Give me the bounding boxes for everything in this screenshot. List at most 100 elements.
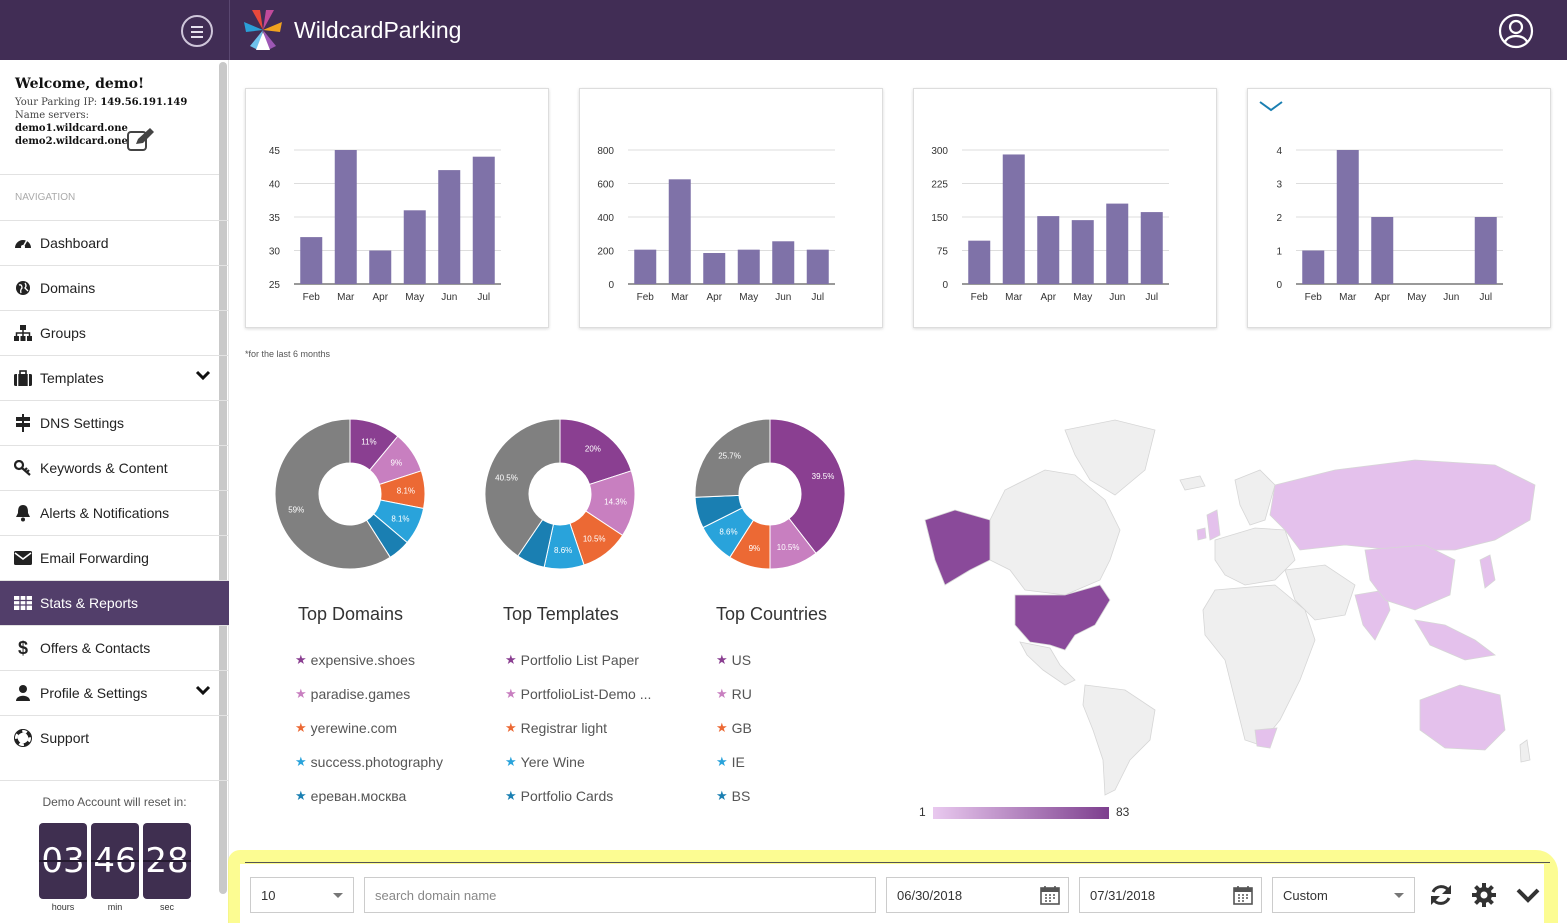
card-header: Active domains <box>246 89 548 129</box>
nav-item-offers-contacts[interactable]: $ Offers & Contacts <box>0 625 229 670</box>
legend-min: 1 <box>919 805 926 819</box>
map-region-iceland <box>1179 475 1206 491</box>
per-page-select[interactable]: 10 <box>250 877 354 913</box>
list-item[interactable]: ★ paradise.games <box>295 686 443 720</box>
list-item[interactable]: ★ Portfolio Cards <box>505 788 651 822</box>
nav-item-email-forwarding[interactable]: Email Forwarding <box>0 535 229 580</box>
x-tick-label: May <box>1073 292 1092 303</box>
bar-chart: 300 225 150 75 0 Feb Mar Apr May Jun Jul <box>931 146 1169 303</box>
list-item[interactable]: ★ IE <box>716 754 752 788</box>
list-item[interactable]: ★ Registrar light <box>505 720 651 754</box>
world-map[interactable] <box>915 410 1555 800</box>
chart-footnote: *for the last 6 months <box>245 349 331 359</box>
bar[interactable] <box>1474 217 1497 284</box>
logo-icon <box>244 10 282 50</box>
range-select[interactable]: Custom <box>1272 877 1415 913</box>
list-item[interactable]: ★ GB <box>716 720 752 754</box>
bar[interactable] <box>703 253 726 284</box>
nav-list: Dashboard Domains Groups Templates DNS S… <box>0 220 229 760</box>
bar[interactable] <box>300 237 323 284</box>
nav-item-dashboard[interactable]: Dashboard <box>0 220 229 265</box>
date-from-field[interactable]: 06/30/2018 <box>886 877 1069 913</box>
nav-item-stats-reports[interactable]: Stats & Reports <box>0 580 229 625</box>
bar[interactable] <box>968 240 991 284</box>
bar[interactable] <box>1106 203 1129 284</box>
bar[interactable] <box>1071 220 1094 284</box>
bar[interactable] <box>772 241 795 284</box>
x-tick-label: May <box>1407 292 1426 303</box>
bar[interactable] <box>737 249 760 284</box>
menu-toggle-button[interactable] <box>181 15 213 47</box>
nav-item-groups[interactable]: Groups <box>0 310 229 355</box>
map-region-south-america <box>1082 684 1156 796</box>
bar[interactable] <box>369 250 392 285</box>
list-item[interactable]: ★ US <box>716 652 752 686</box>
nav-label: Email Forwarding <box>40 550 149 566</box>
bar[interactable] <box>668 179 691 284</box>
key-icon <box>14 459 32 477</box>
slice-label: 20% <box>585 445 601 454</box>
bar[interactable] <box>1302 250 1325 285</box>
bar[interactable] <box>403 210 426 284</box>
users-icon <box>590 99 616 120</box>
nav-item-alerts-notifications[interactable]: Alerts & Notifications <box>0 490 229 535</box>
nav-item-keywords-content[interactable]: Keywords & Content <box>0 445 229 490</box>
legend-gradient <box>933 807 1109 819</box>
calendar-icon[interactable] <box>1233 885 1253 905</box>
nav-item-dns-settings[interactable]: DNS Settings <box>0 400 229 445</box>
y-tick-label: 75 <box>937 247 949 258</box>
welcome-panel: Welcome, demo! Your Parking IP: 149.56.1… <box>15 76 187 148</box>
slice-label: 10.5% <box>583 534 606 543</box>
bar[interactable] <box>634 249 657 284</box>
nav-item-templates[interactable]: Templates <box>0 355 229 400</box>
bar[interactable] <box>1336 150 1359 284</box>
chevron-down-icon[interactable] <box>1515 882 1541 908</box>
bar[interactable] <box>1140 212 1163 284</box>
map-region-canada <box>989 469 1121 596</box>
brand-name: WildcardParking <box>294 16 462 43</box>
item-label: BS <box>731 788 751 804</box>
account-icon[interactable] <box>1498 13 1534 49</box>
list-item[interactable]: ★ BS <box>716 788 752 822</box>
card-unique-visitors: Unique visitors 300 225 150 75 0 Feb Mar Apr May… <box>913 88 1217 328</box>
nav-item-profile-settings[interactable]: Profile & Settings <box>0 670 229 715</box>
refresh-icon[interactable] <box>1428 882 1454 908</box>
bar[interactable] <box>438 170 461 284</box>
user-icon <box>14 684 32 702</box>
date-to-field[interactable]: 07/31/2018 <box>1079 877 1262 913</box>
list-item[interactable]: ★ Portfolio List Paper <box>505 652 651 686</box>
ns2: demo2.wildcard.one <box>15 136 128 147</box>
list-item[interactable]: ★ Yere Wine <box>505 754 651 788</box>
list-item[interactable]: ★ expensive.shoes <box>295 652 443 686</box>
bar[interactable] <box>1371 217 1394 284</box>
bar[interactable] <box>1002 154 1025 284</box>
chevron-down-icon[interactable] <box>195 684 211 696</box>
item-label: GB <box>731 720 752 736</box>
bar[interactable] <box>472 156 495 284</box>
edit-icon[interactable] <box>126 126 156 152</box>
list-item[interactable]: ★ RU <box>716 686 752 720</box>
dollar-icon: $ <box>17 637 28 658</box>
search-input[interactable]: search domain name <box>364 877 876 913</box>
calendar-icon[interactable] <box>1040 885 1060 905</box>
star-icon: ★ <box>295 788 307 803</box>
list-item[interactable]: ★ success.photography <box>295 754 443 788</box>
chevron-down-icon[interactable] <box>195 369 211 381</box>
nav-item-support[interactable]: Support <box>0 715 229 760</box>
card-visits: Visits 800 600 400 200 0 Feb Mar Apr May Jun Jul <box>579 88 883 328</box>
star-icon: ★ <box>295 754 307 769</box>
top-bar <box>0 0 1567 60</box>
person-icon <box>927 97 947 121</box>
brand[interactable]: WildcardParking <box>240 6 461 54</box>
nav-item-domains[interactable]: Domains <box>0 265 229 310</box>
list-item[interactable]: ★ yerewine.com <box>295 720 443 754</box>
map-region-ireland <box>1196 527 1207 541</box>
gear-icon[interactable] <box>1471 882 1497 908</box>
bar[interactable] <box>334 150 357 284</box>
x-tick-label: Feb <box>637 292 655 303</box>
list-item[interactable]: ★ PortfolioList-Demo ... <box>505 686 651 720</box>
bar[interactable] <box>806 249 829 284</box>
nav-label: Dashboard <box>40 235 109 251</box>
list-item[interactable]: ★ ереван.москва <box>295 788 443 822</box>
bar[interactable] <box>1037 216 1060 284</box>
